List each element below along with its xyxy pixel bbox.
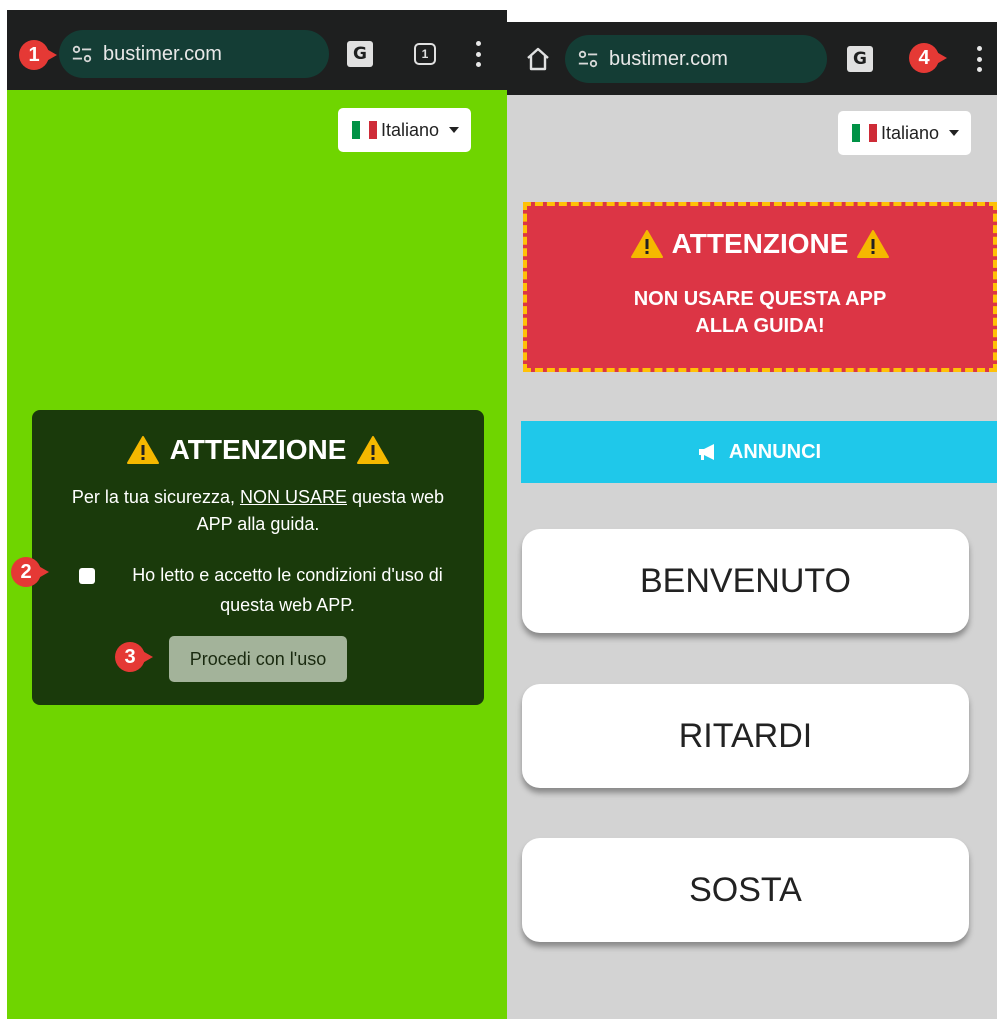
- alert-title-text: ATTENZIONE: [671, 228, 849, 259]
- site-info-icon[interactable]: [577, 48, 599, 70]
- modal-title: ATTENZIONE: [32, 434, 484, 466]
- modal-text-part: Per la tua sicurezza,: [71, 487, 240, 507]
- driving-alert: ATTENZIONE NON USARE QUESTA APP ALLA GUI…: [523, 202, 997, 372]
- step-marker-3: 3: [115, 642, 153, 672]
- parking-button[interactable]: SOSTA: [522, 838, 969, 942]
- caret-down-icon: [949, 130, 960, 136]
- home-icon[interactable]: [525, 46, 551, 72]
- megaphone-icon: [698, 444, 714, 460]
- language-label: Italiano: [381, 119, 440, 140]
- kebab-menu-icon[interactable]: [975, 46, 983, 72]
- alert-title: ATTENZIONE: [527, 228, 993, 260]
- accept-terms-checkbox[interactable]: [79, 568, 95, 584]
- modal-warning-text: Per la tua sicurezza, NON USARE questa w…: [52, 484, 464, 538]
- site-info-icon[interactable]: [71, 43, 93, 65]
- translate-icon[interactable]: G: [847, 46, 873, 72]
- step-marker-1: 1: [19, 40, 57, 70]
- address-bar[interactable]: bustimer.com: [59, 30, 329, 78]
- announcements-label: ANNUNCI: [728, 440, 822, 463]
- url-text: bustimer.com: [103, 42, 222, 65]
- warning-icon: [357, 436, 390, 464]
- language-select[interactable]: Italiano: [338, 108, 472, 152]
- tabs-icon[interactable]: 1: [414, 43, 436, 65]
- accept-terms-label: Ho letto e accetto le condizioni d'uso d…: [132, 565, 443, 615]
- left-screen: bustimer.com G 1 Italiano ATTENZIONE Per…: [7, 10, 507, 1019]
- kebab-menu-icon[interactable]: [474, 41, 482, 67]
- step-marker-4: 4: [909, 43, 947, 73]
- modal-text-underlined: NON USARE: [239, 487, 347, 507]
- url-text: bustimer.com: [609, 47, 728, 70]
- modal-title-text: ATTENZIONE: [169, 434, 347, 465]
- tab-count: 1: [421, 47, 429, 61]
- warning-icon: [126, 436, 159, 464]
- alert-text: NON USARE QUESTA APP ALLA GUIDA!: [527, 286, 993, 340]
- alert-line: ALLA GUIDA!: [695, 315, 825, 337]
- right-screen: bustimer.com G Italiano ATTENZIONE NON U…: [507, 22, 997, 1019]
- warning-icon: [630, 230, 663, 258]
- proceed-button[interactable]: Procedi con l'uso: [169, 636, 347, 682]
- italy-flag-icon: [852, 124, 877, 142]
- browser-toolbar: bustimer.com G 1: [7, 10, 507, 90]
- warning-icon: [857, 230, 890, 258]
- address-bar[interactable]: bustimer.com: [565, 35, 827, 83]
- language-select[interactable]: Italiano: [838, 111, 972, 155]
- alert-line: NON USARE QUESTA APP: [633, 288, 887, 310]
- step-marker-2: 2: [11, 557, 49, 587]
- screenshot-composite: bustimer.com G 1 Italiano ATTENZIONE Per…: [0, 0, 997, 1019]
- welcome-button[interactable]: BENVENUTO: [522, 529, 969, 633]
- translate-icon[interactable]: G: [347, 41, 373, 67]
- language-label: Italiano: [881, 122, 940, 143]
- announcements-button[interactable]: ANNUNCI: [521, 421, 997, 483]
- delays-button[interactable]: RITARDI: [522, 684, 969, 788]
- caret-down-icon: [449, 127, 460, 133]
- italy-flag-icon: [352, 121, 377, 139]
- safety-modal: ATTENZIONE Per la tua sicurezza, NON USA…: [32, 410, 484, 705]
